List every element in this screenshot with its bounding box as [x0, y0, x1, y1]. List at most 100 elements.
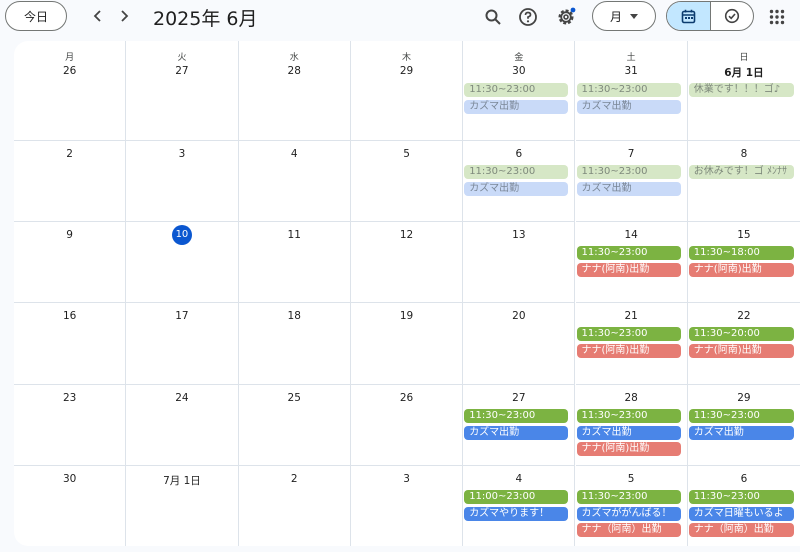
help-button[interactable]	[516, 5, 540, 29]
day-cell[interactable]: 16	[14, 303, 127, 385]
event-chip[interactable]: ナナ(阿南)出勤	[576, 262, 681, 277]
day-cell[interactable]: 4	[238, 141, 351, 222]
day-cell[interactable]: 4 11:00~23:00 カズマやります！	[463, 466, 576, 546]
day-cell[interactable]: 月 26	[14, 41, 127, 141]
day-cell[interactable]: 7 11:30~23:00 カズマ出勤	[575, 141, 688, 222]
event-chip[interactable]: 11:30~23:00	[576, 409, 681, 423]
event-chip[interactable]: お休みです！ゴ ﾒﾝﾅｻ	[688, 165, 795, 179]
date-label[interactable]: 29	[688, 392, 800, 404]
day-cell[interactable]: 土 31 11:30~23:00 カズマ出勤	[575, 41, 688, 141]
date-label[interactable]: 19	[351, 310, 462, 322]
calendar-view-button[interactable]	[667, 2, 710, 30]
event-chip[interactable]: ナナ（阿南）出勤	[576, 523, 681, 537]
date-label[interactable]: 3	[126, 148, 237, 160]
event-chip[interactable]: 休業です！！！ゴ♪	[688, 83, 795, 97]
day-cell[interactable]: 7月 1日	[126, 466, 239, 546]
date-label[interactable]: 13	[463, 229, 574, 241]
event-chip[interactable]: 11:30~23:00	[576, 327, 681, 341]
event-chip[interactable]: 11:30~23:00	[576, 246, 681, 260]
date-label[interactable]: 5	[576, 473, 687, 485]
event-chip[interactable]: ナナ（阿南）出勤	[688, 523, 795, 537]
event-chip[interactable]: ナナ(阿南)出勤	[688, 262, 795, 277]
event-chip[interactable]: カズマ日曜もいるよ	[688, 506, 795, 521]
event-chip[interactable]: 11:30~23:00	[464, 165, 569, 179]
day-cell[interactable]: 20	[463, 303, 576, 385]
day-cell[interactable]: 2	[14, 141, 127, 222]
event-chip[interactable]: カズマ出勤	[464, 181, 569, 196]
date-label[interactable]: 6	[463, 148, 574, 160]
settings-button[interactable]	[554, 5, 578, 29]
today-button[interactable]: 今日	[5, 1, 67, 31]
event-chip[interactable]: 11:00~23:00	[464, 490, 569, 504]
event-chip[interactable]: 11:30~20:00	[688, 327, 795, 341]
event-chip[interactable]: カズマやります！	[464, 506, 569, 521]
apps-button[interactable]	[765, 5, 789, 29]
date-label[interactable]: 26	[14, 65, 125, 77]
event-chip[interactable]: 11:30~23:00	[688, 409, 795, 423]
event-chip[interactable]: 11:30~23:00	[688, 490, 795, 504]
date-label[interactable]: 28	[576, 392, 687, 404]
date-label[interactable]: 3	[351, 473, 462, 485]
date-label[interactable]: 6	[688, 473, 800, 485]
date-label[interactable]: 23	[14, 392, 125, 404]
day-cell[interactable]: 10	[126, 222, 239, 303]
event-chip[interactable]: カズマ出勤	[464, 99, 569, 114]
event-chip[interactable]: 11:30~23:00	[576, 490, 681, 504]
day-cell[interactable]: 6 11:30~23:00 カズマ出勤	[463, 141, 576, 222]
event-chip[interactable]: ナナ(阿南)出勤	[688, 343, 795, 358]
day-cell[interactable]: 9	[14, 222, 127, 303]
day-cell[interactable]: 3	[351, 466, 464, 546]
date-label[interactable]: 17	[126, 310, 237, 322]
date-label[interactable]: 5	[351, 148, 462, 160]
date-label[interactable]: 28	[239, 65, 350, 77]
next-month-button[interactable]	[113, 4, 135, 28]
date-label[interactable]: 27	[126, 65, 237, 77]
date-label[interactable]: 31	[576, 65, 687, 77]
date-label[interactable]: 25	[239, 392, 350, 404]
event-chip[interactable]: 11:30~23:00	[576, 83, 681, 97]
day-cell[interactable]: 水 28	[238, 41, 351, 141]
day-cell[interactable]: 30	[14, 466, 127, 546]
day-cell[interactable]: 25	[238, 385, 351, 466]
date-label[interactable]: 7	[576, 148, 687, 160]
day-cell[interactable]: 5	[350, 141, 464, 222]
day-cell[interactable]: 木 29	[350, 41, 464, 141]
event-chip[interactable]: 11:30~18:00	[688, 246, 795, 260]
day-cell[interactable]: 19	[350, 303, 464, 385]
date-label[interactable]: 24	[126, 392, 237, 404]
date-label[interactable]: 12	[351, 229, 462, 241]
event-chip[interactable]: 11:30~23:00	[464, 409, 569, 423]
date-label[interactable]: 22	[688, 310, 800, 322]
event-chip[interactable]: カズマ出勤	[576, 99, 681, 114]
event-chip[interactable]: カズマ出勤	[688, 425, 795, 440]
date-label[interactable]: 15	[688, 229, 800, 241]
event-chip[interactable]: カズマ出勤	[464, 425, 569, 440]
event-chip[interactable]: カズマががんばる！	[576, 506, 681, 521]
date-label[interactable]: 30	[463, 65, 574, 77]
date-label[interactable]: 4	[239, 148, 350, 160]
day-cell[interactable]: 18	[238, 303, 351, 385]
day-cell[interactable]: 26	[350, 385, 464, 466]
day-cell[interactable]: 17	[126, 303, 239, 385]
view-selector[interactable]: 月	[592, 1, 656, 31]
day-cell[interactable]: 29 11:30~23:00 カズマ出勤	[687, 385, 800, 466]
date-label[interactable]: 9	[14, 229, 125, 241]
event-chip[interactable]: カズマ出勤	[576, 181, 681, 196]
day-cell[interactable]: 14 11:30~23:00 ナナ(阿南)出勤	[575, 222, 688, 303]
date-label[interactable]: 27	[463, 392, 574, 404]
event-chip[interactable]: ナナ(阿南)出勤	[576, 343, 681, 358]
date-label[interactable]: 30	[14, 473, 125, 485]
search-button[interactable]	[481, 5, 505, 29]
day-cell[interactable]: 13	[463, 222, 576, 303]
date-label[interactable]: 7月 1日	[126, 473, 237, 488]
date-label[interactable]: 29	[351, 65, 462, 77]
day-cell[interactable]: 5 11:30~23:00 カズマががんばる！ ナナ（阿南）出勤	[576, 466, 688, 546]
previous-month-button[interactable]	[87, 4, 109, 28]
date-label[interactable]: 2	[14, 148, 125, 160]
day-cell[interactable]: 12	[350, 222, 464, 303]
day-cell[interactable]: 3	[126, 141, 239, 222]
day-cell[interactable]: 15 11:30~18:00 ナナ(阿南)出勤	[687, 222, 800, 303]
date-label[interactable]: 4	[463, 473, 574, 485]
date-label[interactable]: 8	[688, 148, 800, 160]
today-date-label[interactable]: 10	[171, 225, 192, 245]
